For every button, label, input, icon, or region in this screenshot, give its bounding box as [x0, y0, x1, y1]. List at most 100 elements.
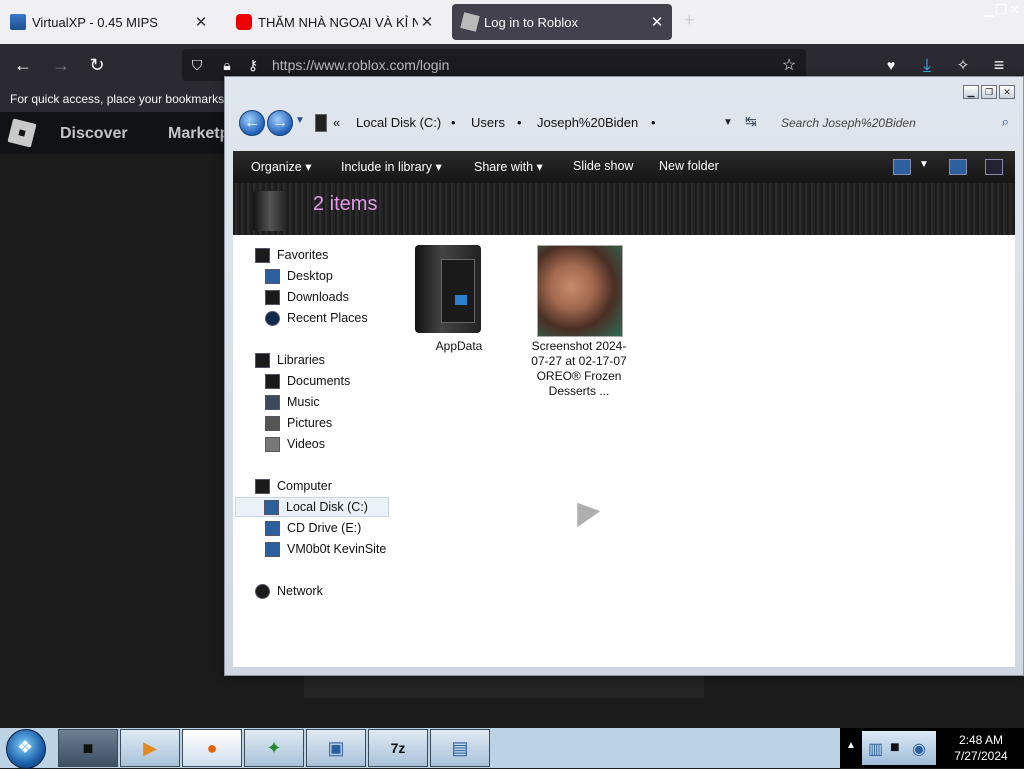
explorer-window-controls: ▁ ❐ ✕ [963, 85, 1015, 99]
back-icon[interactable]: ← [239, 110, 265, 136]
breadcrumb-separator[interactable]: • [517, 115, 522, 130]
nav-vm[interactable]: VM0b0t KevinSite [265, 539, 386, 559]
appdata-folder-icon[interactable] [415, 245, 485, 335]
breadcrumb-separator[interactable]: • [651, 115, 656, 130]
breadcrumb-separator[interactable]: • [451, 115, 456, 130]
clock-date: 7/27/2024 [954, 749, 1008, 763]
url-text[interactable]: https://www.roblox.com/login [272, 57, 449, 73]
change-view-icon[interactable] [893, 159, 911, 175]
preview-pane-icon[interactable] [949, 159, 967, 175]
tab-virtualxp[interactable]: VirtualXP - 0.45 MIPS ✕ [0, 4, 216, 40]
nav-favorites[interactable]: Favorites [255, 245, 328, 265]
search-placeholder[interactable]: Search Joseph%20Biden [781, 116, 916, 130]
address-dropdown-icon[interactable]: ▼ [723, 117, 733, 128]
nav-pictures-label: Pictures [287, 416, 333, 430]
menu-icon[interactable]: ≡ [988, 54, 1010, 76]
nav-videos[interactable]: Videos [265, 434, 325, 454]
refresh-icon[interactable]: ↹ [745, 113, 757, 130]
roblox-logo-icon[interactable] [7, 118, 37, 148]
nav-pictures[interactable]: Pictures [265, 413, 332, 433]
forward-icon[interactable]: → [267, 110, 293, 136]
file-screenshot[interactable]: Screenshot 2024-07-27 at 02-17-07 OREO® … [524, 339, 634, 399]
nav-network[interactable]: Network [255, 581, 323, 601]
start-button[interactable] [6, 729, 46, 769]
new-tab-button[interactable]: + [684, 10, 695, 31]
taskbar-explorer[interactable]: ■ [58, 729, 118, 767]
nav-libraries[interactable]: Libraries [255, 350, 325, 370]
back-icon[interactable]: ← [12, 54, 34, 76]
download-icon[interactable]: ⤓ [916, 54, 938, 76]
nav-desktop[interactable]: Desktop [265, 266, 333, 286]
breadcrumb[interactable]: « Local Disk (C:) • Users • Joseph%20Bid… [303, 111, 743, 135]
view-dropdown-icon[interactable]: ▼ [919, 159, 929, 170]
nav-recent[interactable]: Recent Places [265, 308, 368, 328]
breadcrumb-users[interactable]: Users [471, 115, 505, 130]
tab-roblox[interactable]: Log in to Roblox ✕ [452, 4, 672, 40]
clock[interactable]: 2:48 AM 7/27/2024 [940, 732, 1022, 764]
explorer-minimize-button[interactable]: ▁ [963, 85, 979, 99]
nav-local-disk[interactable]: Local Disk (C:) [235, 497, 389, 517]
tab-youtube[interactable]: THĂM NHÀ NGOẠI VÀ KỈ NIỆM ✕ [226, 4, 442, 40]
search-icon[interactable]: ⌕ [1002, 114, 1009, 130]
share-label: Share with [474, 160, 534, 174]
close-tab-icon[interactable]: ✕ [648, 13, 666, 31]
maximize-button[interactable]: ❐ [995, 2, 1007, 18]
tab-title: Log in to Roblox [484, 14, 578, 30]
nav-computer[interactable]: Computer [255, 476, 332, 496]
pocket-icon[interactable]: ♥ [880, 54, 902, 76]
nav-documents-label: Documents [287, 374, 351, 388]
taskbar-idm[interactable]: ✦ [244, 729, 304, 767]
extensions-icon[interactable]: ✧ [952, 54, 974, 76]
screenshot-thumbnail[interactable] [537, 245, 623, 337]
forward-icon[interactable]: → [50, 54, 72, 76]
nav-music[interactable]: Music [265, 392, 320, 412]
slide-show-button[interactable]: Slide show [573, 159, 633, 173]
include-in-library-button[interactable]: Include in library ▾ [341, 159, 442, 174]
lock-icon[interactable]: 🔒︎ [216, 54, 238, 76]
tray-icons[interactable]: ▥ ■ ◉ [862, 731, 936, 765]
breadcrumb-overflow[interactable]: « [333, 115, 340, 130]
action-center-icon[interactable]: ■ [890, 739, 900, 757]
reload-icon[interactable]: ↻ [86, 54, 108, 76]
roblox-nav: Discover Marketp [0, 112, 240, 154]
help-icon[interactable] [985, 159, 1003, 175]
close-tab-icon[interactable]: ✕ [418, 13, 436, 31]
breadcrumb-local-disk[interactable]: Local Disk (C:) [356, 115, 441, 130]
nav-downloads[interactable]: Downloads [265, 287, 349, 307]
close-tab-icon[interactable]: ✕ [192, 13, 210, 31]
nav-discover[interactable]: Discover [60, 125, 128, 143]
taskbar-firefox[interactable]: ● [182, 729, 242, 767]
hard-drive-icon [264, 499, 279, 515]
taskbar-photo-viewer[interactable]: ▣ [306, 729, 366, 767]
organize-button[interactable]: Organize ▾ [251, 159, 311, 174]
taskbar-7zip[interactable]: 7z [368, 729, 428, 767]
minimize-button[interactable]: ▁ [983, 2, 993, 18]
cd-drive-icon [265, 520, 280, 536]
nav-cd-drive[interactable]: CD Drive (E:) [265, 518, 361, 538]
permissions-icon[interactable]: ⚷ [242, 54, 264, 76]
nav-marketplace[interactable]: Marketp [168, 125, 229, 143]
explorer-maximize-button[interactable]: ❐ [981, 85, 997, 99]
taskbar-network[interactable]: ▤ [430, 729, 490, 767]
explorer-close-button[interactable]: ✕ [999, 85, 1015, 99]
search-box[interactable]: Search Joseph%20Biden ⌕ [773, 111, 1013, 135]
command-bar: Organize ▾ Include in library ▾ Share wi… [233, 151, 1015, 183]
download-manager-icon: ✦ [266, 737, 282, 758]
bookmark-star-icon[interactable]: ☆ [778, 54, 800, 76]
share-with-button[interactable]: Share with ▾ [474, 159, 543, 174]
nav-desktop-label: Desktop [287, 269, 333, 283]
network-status-icon[interactable]: ▥ [868, 739, 883, 759]
file-appdata-label: AppData [435, 339, 483, 353]
volume-icon[interactable]: ◉ [912, 739, 926, 759]
file-appdata[interactable]: AppData [404, 339, 514, 354]
taskbar-media-player[interactable]: ▶ [120, 729, 180, 767]
nav-documents[interactable]: Documents [265, 371, 350, 391]
breadcrumb-joseph[interactable]: Joseph%20Biden [537, 115, 638, 130]
close-button[interactable]: ✕ [1009, 2, 1020, 18]
show-hidden-icons[interactable]: ▲ [846, 740, 856, 751]
address-area: ← → ▼ « Local Disk (C:) • Users • Joseph… [233, 105, 1017, 141]
shield-icon[interactable]: ⛉ [186, 54, 208, 76]
libraries-icon [255, 352, 270, 368]
new-folder-button[interactable]: New folder [659, 159, 719, 173]
nav-recent-label: Recent Places [287, 311, 368, 325]
